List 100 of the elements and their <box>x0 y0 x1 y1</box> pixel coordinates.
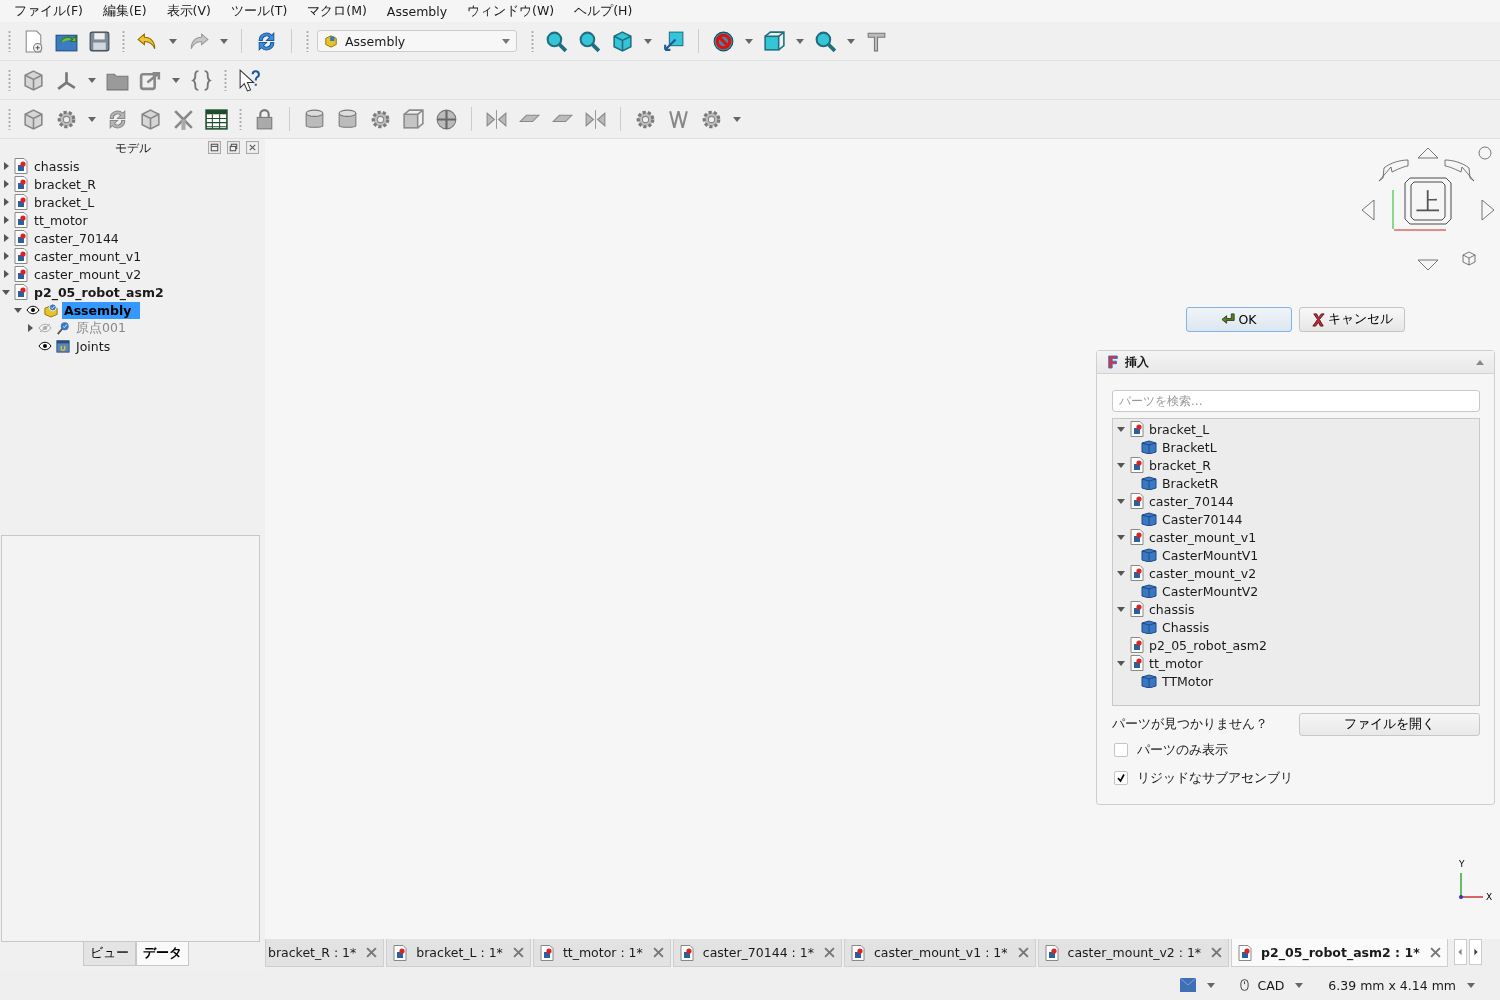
tree-item[interactable]: Assembly <box>62 301 141 319</box>
document-tab[interactable]: caster_mount_v1 : 1* <box>843 939 1036 967</box>
prohibition-icon[interactable] <box>711 28 736 54</box>
caret-icon[interactable] <box>644 38 652 44</box>
arrow-icon[interactable] <box>661 28 686 54</box>
collapse-arrow-icon[interactable] <box>1117 569 1125 577</box>
close-icon[interactable] <box>512 947 524 958</box>
menu-item[interactable]: ファイル(F) <box>4 2 93 20</box>
document-tab[interactable]: tt_motor : 1* <box>532 939 671 967</box>
spreadsheet-icon[interactable] <box>204 106 229 132</box>
menu-item[interactable]: Assembly <box>376 3 458 19</box>
collapse-arrow-icon[interactable] <box>14 306 22 314</box>
navigation-cube-drawing[interactable]: 上 <box>1360 144 1495 274</box>
expand-arrow-icon[interactable] <box>2 198 10 206</box>
document-tab[interactable]: p2_05_robot_asm2 : 1* <box>1231 939 1448 967</box>
expand-arrow-icon[interactable] <box>2 180 10 188</box>
body-item[interactable]: BracketL <box>1162 439 1217 455</box>
braces-icon[interactable] <box>189 67 214 93</box>
checkbox-label[interactable]: リジッドなサブアセンブリ <box>1137 769 1293 787</box>
caret-icon[interactable] <box>796 38 804 44</box>
caret-icon[interactable] <box>1207 982 1216 988</box>
menu-item[interactable]: ツール(T) <box>220 2 298 20</box>
undock-icon[interactable] <box>227 141 240 154</box>
tree-item[interactable]: caster_mount_v1 <box>32 247 151 265</box>
close-icon[interactable] <box>1429 947 1441 958</box>
collapse-arrow-icon[interactable] <box>2 288 10 296</box>
help-cursor-icon[interactable] <box>237 67 262 93</box>
expand-arrow-icon[interactable] <box>2 252 10 260</box>
part-item[interactable]: bracket_R <box>1149 457 1211 473</box>
display-mode-icon[interactable] <box>1180 978 1197 992</box>
body-item[interactable]: Caster70144 <box>1162 511 1243 527</box>
tree-item[interactable]: bracket_R <box>32 175 105 193</box>
document-tab[interactable]: caster_mount_v2 : 1* <box>1037 939 1230 967</box>
close-icon[interactable] <box>1211 947 1223 958</box>
cube-icon[interactable] <box>610 28 635 54</box>
eye-icon[interactable] <box>38 341 52 351</box>
document-tab[interactable]: bracket_R : 1* <box>265 939 385 967</box>
caret-icon[interactable] <box>1467 982 1475 988</box>
part-item[interactable]: chassis <box>1149 601 1195 617</box>
navigation-style[interactable]: CAD <box>1257 977 1285 993</box>
caret-icon[interactable] <box>1295 982 1304 988</box>
ok-button[interactable]: OK <box>1186 307 1292 332</box>
box-icon[interactable] <box>401 106 426 132</box>
collapse-icon[interactable] <box>1476 359 1484 365</box>
body-item[interactable]: CasterMountV1 <box>1162 547 1259 563</box>
open-file-button[interactable]: ファイルを開く <box>1299 713 1480 736</box>
body-item[interactable]: BracketR <box>1162 475 1219 491</box>
menu-item[interactable]: 表示(V) <box>156 2 221 20</box>
tree-item[interactable]: Joints <box>74 337 120 355</box>
caret-icon[interactable] <box>733 116 741 122</box>
caret-icon[interactable] <box>172 77 180 83</box>
box-icon[interactable] <box>762 28 787 54</box>
menu-item[interactable]: マクロ(M) <box>297 2 377 20</box>
save-icon[interactable] <box>87 28 112 54</box>
part-item[interactable]: caster_mount_v1 <box>1149 529 1257 545</box>
part-item[interactable]: p2_05_robot_asm2 <box>1149 637 1267 653</box>
search-field[interactable]: パーツを検索... <box>1112 390 1480 412</box>
tree-item[interactable]: caster_70144 <box>32 229 128 247</box>
collapse-arrow-icon[interactable] <box>1117 533 1125 541</box>
part-item[interactable]: caster_mount_v2 <box>1149 565 1257 581</box>
part-icon[interactable] <box>138 106 163 132</box>
checkbox[interactable] <box>1114 743 1128 757</box>
part-item[interactable]: bracket_L <box>1149 421 1210 437</box>
float-icon[interactable] <box>208 141 221 154</box>
part-icon[interactable] <box>21 106 46 132</box>
body-item[interactable]: Chassis <box>1162 619 1210 635</box>
eye-icon[interactable] <box>26 305 40 315</box>
close-icon[interactable] <box>246 141 259 154</box>
tree-item[interactable]: bracket_L <box>32 193 104 211</box>
part-item[interactable]: tt_motor <box>1149 655 1203 671</box>
panel-tab[interactable]: ビュー <box>83 942 136 966</box>
collapse-arrow-icon[interactable] <box>1117 497 1125 505</box>
collapse-arrow-icon[interactable] <box>1117 605 1125 613</box>
menu-item[interactable]: ヘルプ(H) <box>564 2 643 20</box>
scroll-right-icon[interactable] <box>1468 939 1482 965</box>
body-item[interactable]: TTMotor <box>1162 673 1214 689</box>
expand-arrow-icon[interactable] <box>2 234 10 242</box>
caret-icon[interactable] <box>847 38 855 44</box>
expand-arrow-icon[interactable] <box>26 324 34 332</box>
collapse-arrow-icon[interactable] <box>1117 659 1125 667</box>
checkbox[interactable] <box>1114 771 1128 785</box>
panel-tab[interactable]: データ <box>136 942 189 966</box>
menu-item[interactable]: 編集(E) <box>92 2 157 20</box>
expand-arrow-icon[interactable] <box>2 162 10 170</box>
workbench-dropdown[interactable]: Assembly <box>317 30 517 52</box>
part-icon[interactable] <box>21 67 46 93</box>
caret-icon[interactable] <box>169 38 177 44</box>
close-icon[interactable] <box>366 947 378 958</box>
collapse-arrow-icon[interactable] <box>1117 461 1125 469</box>
caret-icon[interactable] <box>745 38 753 44</box>
caret-icon[interactable] <box>88 116 96 122</box>
tree-item[interactable]: chassis <box>32 157 89 175</box>
expand-arrow-icon[interactable] <box>2 216 10 224</box>
caret-icon[interactable] <box>220 38 228 44</box>
tree-item[interactable]: tt_motor <box>32 211 97 229</box>
close-icon[interactable] <box>1017 947 1029 958</box>
expand-arrow-icon[interactable] <box>2 270 10 278</box>
part-item[interactable]: caster_70144 <box>1149 493 1234 509</box>
tree-item[interactable]: caster_mount_v2 <box>32 265 151 283</box>
document-tab[interactable]: caster_70144 : 1* <box>672 939 842 967</box>
